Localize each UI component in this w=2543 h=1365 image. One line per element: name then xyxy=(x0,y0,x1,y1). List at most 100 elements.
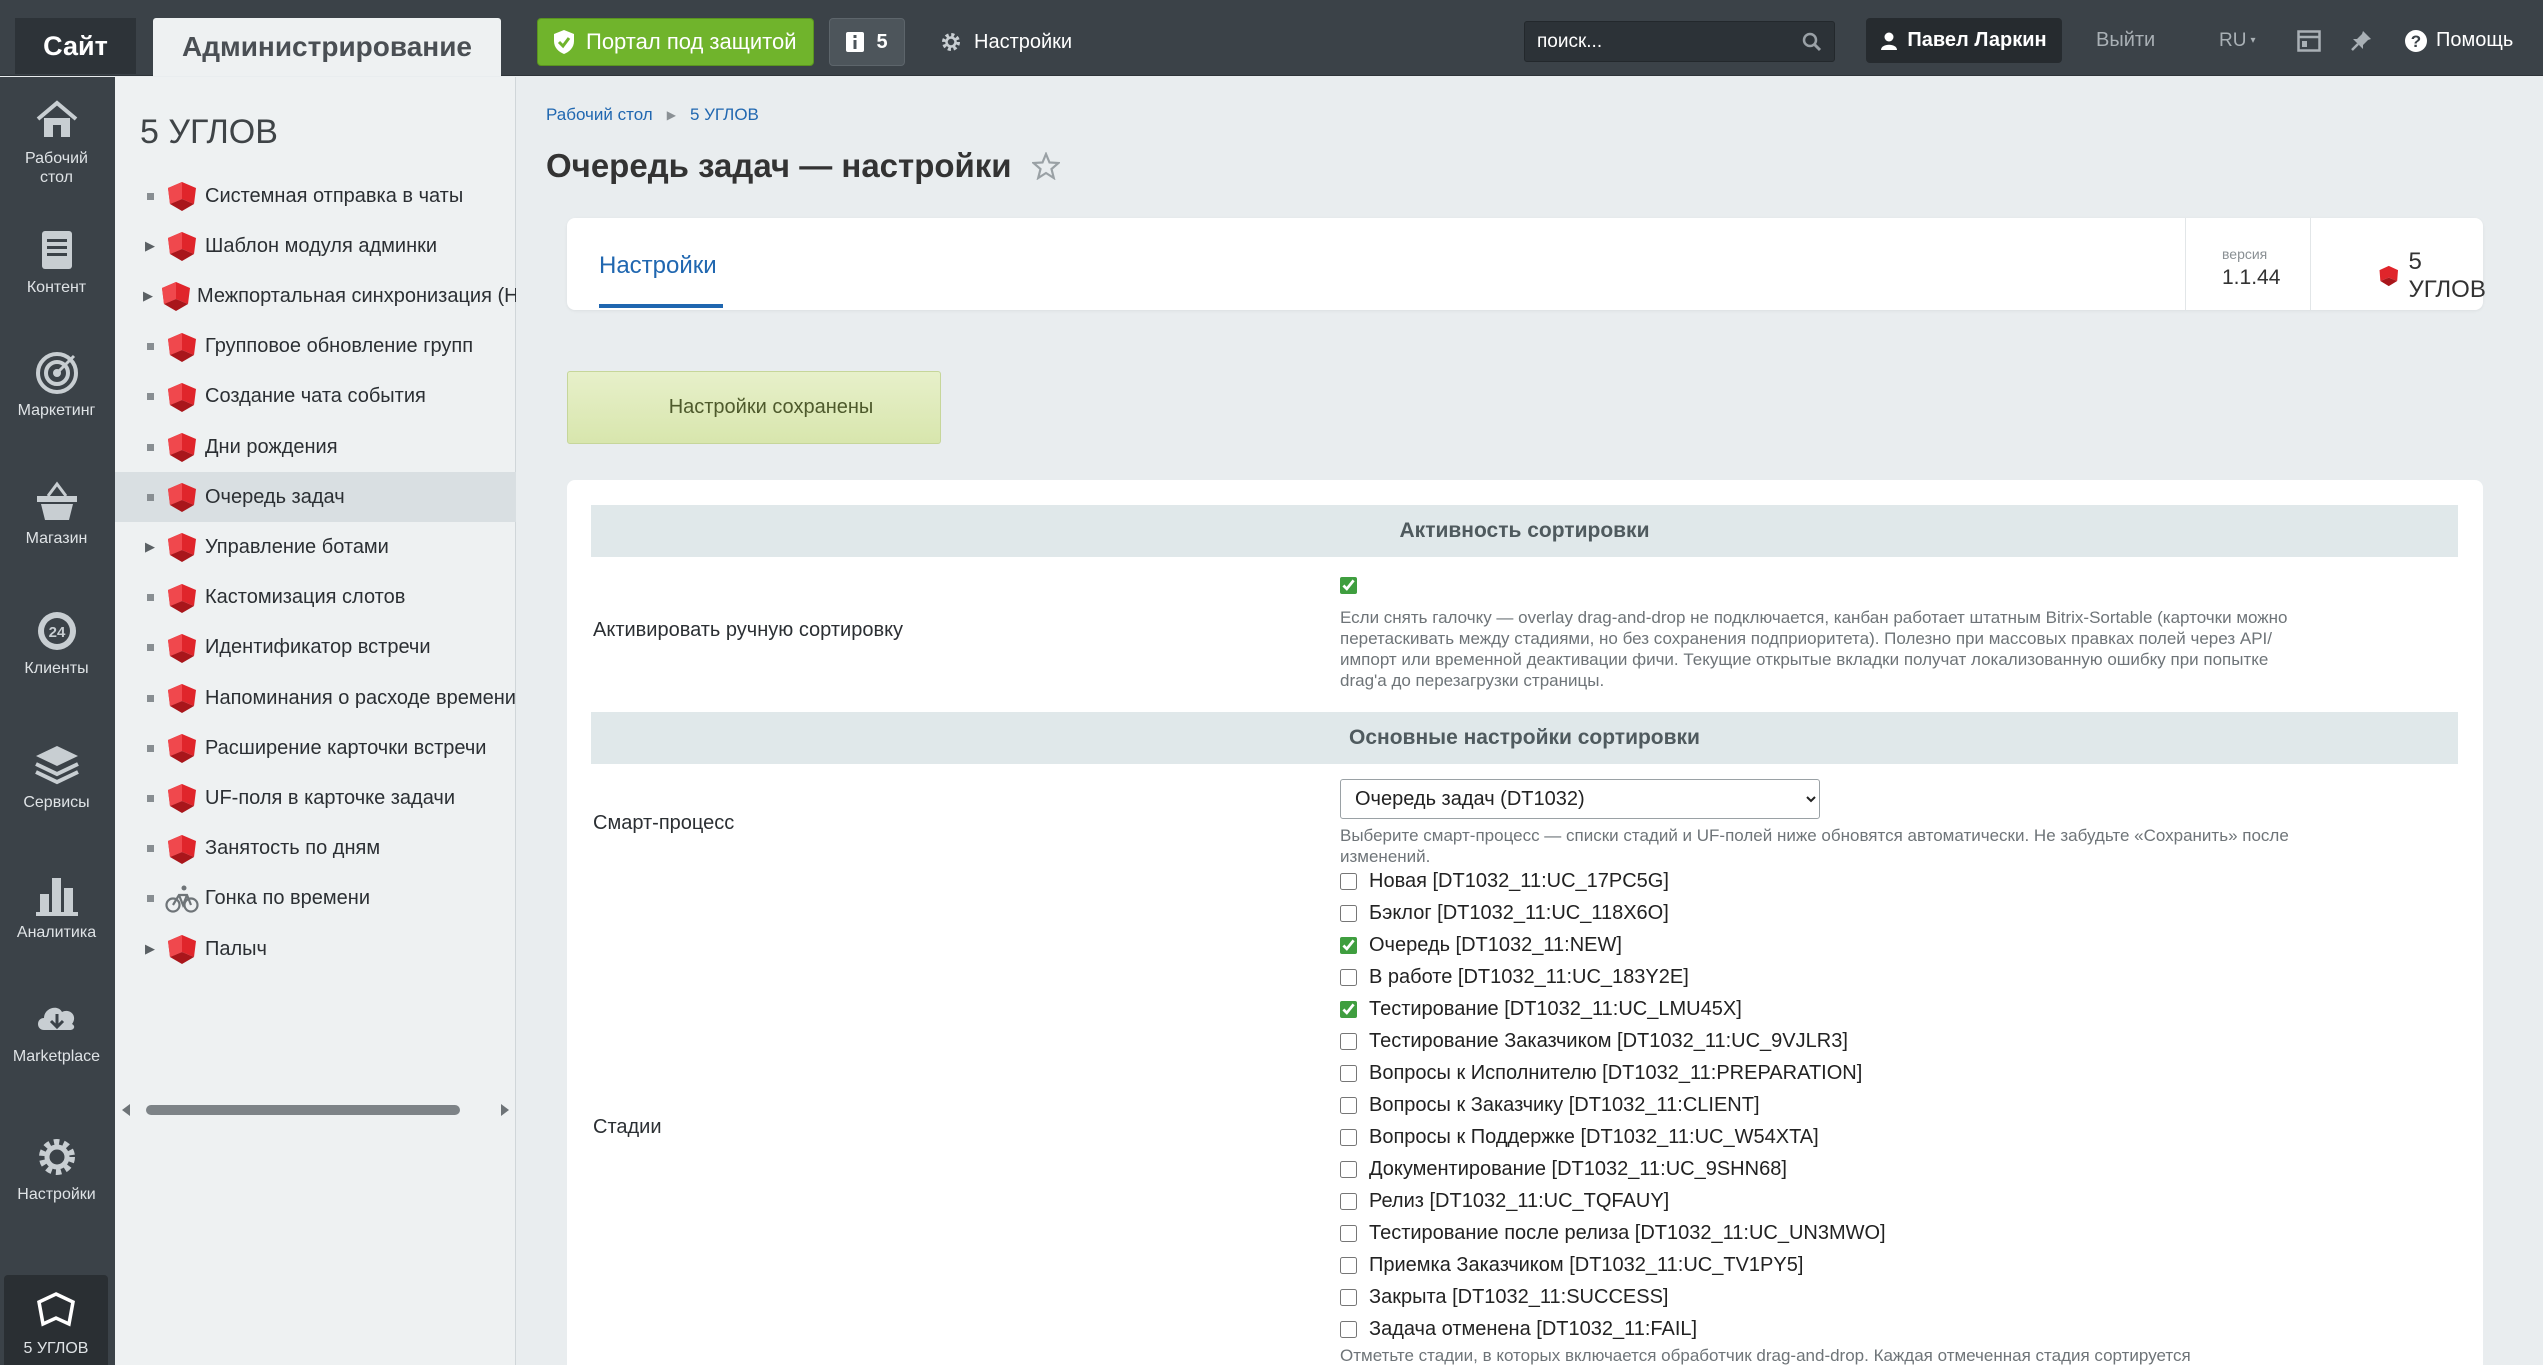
stage-option[interactable]: В работе [DT1032_11:UC_183Y2E] xyxy=(1340,961,2300,993)
nav-shop[interactable]: Магазин xyxy=(0,453,113,573)
nav-marketing-label: Маркетинг xyxy=(17,402,96,419)
menu-item-label: Кастомизация слотов xyxy=(205,586,406,609)
stage-label: Документирование [DT1032_11:UC_9SHN68] xyxy=(1369,1157,1787,1180)
nav-analytics[interactable]: Аналитика xyxy=(0,847,113,967)
site-tab[interactable]: Сайт xyxy=(15,18,136,74)
menu-item[interactable]: Очередь задач xyxy=(115,472,516,523)
breadcrumb-current[interactable]: 5 УГЛОВ xyxy=(690,105,759,125)
stage-checkbox[interactable] xyxy=(1340,1096,1357,1114)
stage-option[interactable]: Вопросы к Исполнителю [DT1032_11:PREPARA… xyxy=(1340,1057,2300,1089)
expand-arrow-icon[interactable]: ▶ xyxy=(143,941,157,957)
stage-option[interactable]: Тестирование Заказчиком [DT1032_11:UC_9V… xyxy=(1340,1025,2300,1057)
breadcrumb-home[interactable]: Рабочий стол xyxy=(546,105,653,125)
notifications-button[interactable]: 5 xyxy=(829,18,905,66)
menu-item[interactable]: ▶ Межпортальная синхронизация (Н xyxy=(115,271,516,321)
chevron-down-icon: ▾ xyxy=(2250,35,2256,46)
nav-marketing[interactable]: Маркетинг xyxy=(0,325,113,445)
horizontal-scrollbar[interactable] xyxy=(118,1098,513,1122)
stage-checkbox[interactable] xyxy=(1340,1128,1357,1146)
stage-checkbox[interactable] xyxy=(1340,1032,1357,1050)
smart-process-select[interactable]: Очередь задач (DT1032) xyxy=(1340,779,1820,819)
crm-24-icon: 24 xyxy=(37,612,76,650)
stage-checkbox[interactable] xyxy=(1340,1288,1357,1306)
stage-checkbox[interactable] xyxy=(1340,1160,1357,1178)
menu-item[interactable]: Гонка по времени xyxy=(115,874,516,924)
stage-label: Приемка Заказчиком [DT1032_11:UC_TV1PY5] xyxy=(1369,1253,1804,1276)
expand-arrow-icon[interactable]: ▶ xyxy=(143,238,157,254)
search-input[interactable] xyxy=(1537,30,1777,53)
star-icon[interactable] xyxy=(1031,152,1060,180)
stage-checkbox[interactable] xyxy=(1340,1064,1357,1082)
menu-item[interactable]: Групповое обновление групп xyxy=(115,322,516,372)
nav-settings-label: Настройки xyxy=(17,1186,96,1203)
stage-option[interactable]: Бэклог [DT1032_11:UC_118X6O] xyxy=(1340,897,2300,929)
nav-five-corners[interactable]: 5 УГЛОВ xyxy=(4,1275,108,1365)
activate-sort-checkbox[interactable] xyxy=(1340,577,1357,594)
menu-item-label: Межпортальная синхронизация (Н xyxy=(197,284,516,307)
panel-icon[interactable] xyxy=(2297,18,2321,63)
menu-item[interactable]: Системная отправка в чаты xyxy=(115,171,516,221)
stage-checkbox[interactable] xyxy=(1340,872,1357,890)
stage-option[interactable]: Вопросы к Заказчику [DT1032_11:CLIENT] xyxy=(1340,1089,2300,1121)
stage-checkbox[interactable] xyxy=(1340,936,1357,954)
menu-item[interactable]: Напоминания о расходе времени xyxy=(115,673,516,723)
user-button[interactable]: Павел Ларкин xyxy=(1866,18,2062,63)
nav-services-label: Сервисы xyxy=(23,794,90,811)
menu-item[interactable]: ▶ Палыч xyxy=(115,924,516,974)
stage-label: Вопросы к Поддержке [DT1032_11:UC_W54XTA… xyxy=(1369,1125,1819,1148)
menu-item[interactable]: Дни рождения xyxy=(115,422,516,472)
stage-option[interactable]: Закрыта [DT1032_11:SUCCESS] xyxy=(1340,1281,2300,1313)
nav-clients[interactable]: 24 Клиенты xyxy=(0,583,113,703)
stage-label: Тестирование [DT1032_11:UC_LMU45X] xyxy=(1369,997,1742,1020)
nav-content[interactable]: Контент xyxy=(0,202,113,322)
tab-settings[interactable]: Настройки xyxy=(599,252,717,280)
stage-checkbox[interactable] xyxy=(1340,1000,1357,1018)
logout-link[interactable]: Выйти xyxy=(2096,18,2155,63)
stage-option[interactable]: Релиз [DT1032_11:UC_TQFAUY] xyxy=(1340,1185,2300,1217)
stage-label: Релиз [DT1032_11:UC_TQFAUY] xyxy=(1369,1189,1670,1212)
five-corners-logo-icon xyxy=(163,330,201,364)
stage-option[interactable]: Тестирование после релиза [DT1032_11:UC_… xyxy=(1340,1217,2300,1249)
user-icon xyxy=(1881,32,1898,50)
menu-item[interactable]: ▶ Шаблон модуля админки xyxy=(115,221,516,271)
portal-protected-button[interactable]: Портал под защитой xyxy=(537,18,814,66)
admin-tab[interactable]: Администрирование xyxy=(153,18,501,76)
settings-link[interactable]: Настройки xyxy=(940,18,1072,66)
menu-item[interactable]: UF-поля в карточке задачи xyxy=(115,773,516,823)
expand-arrow-icon[interactable]: ▶ xyxy=(143,288,153,304)
nav-marketplace[interactable]: Marketplace xyxy=(0,971,113,1091)
menu-item[interactable]: Создание чата события xyxy=(115,372,516,422)
help-label: Помощь xyxy=(2436,29,2514,51)
menu-item[interactable]: Идентификатор встречи xyxy=(115,623,516,673)
stage-checkbox[interactable] xyxy=(1340,904,1357,922)
stage-checkbox[interactable] xyxy=(1340,1256,1357,1274)
menu-item[interactable]: ▶ Управление ботами xyxy=(115,522,516,572)
stage-option[interactable]: Очередь [DT1032_11:NEW] xyxy=(1340,929,2300,961)
stage-option[interactable]: Задача отменена [DT1032_11:FAIL] xyxy=(1340,1313,2300,1345)
stage-option[interactable]: Приемка Заказчиком [DT1032_11:UC_TV1PY5] xyxy=(1340,1249,2300,1281)
menu-item[interactable]: Кастомизация слотов xyxy=(115,573,516,623)
help-button[interactable]: ? Помощь xyxy=(2404,18,2513,63)
stage-option[interactable]: Новая [DT1032_11:UC_17PC5G] xyxy=(1340,865,2300,897)
menu-item[interactable]: Занятость по дням xyxy=(115,824,516,874)
house-icon xyxy=(36,100,77,137)
nav-settings[interactable]: Настройки xyxy=(0,1109,113,1229)
expand-arrow-icon[interactable]: ▶ xyxy=(143,539,157,555)
search-icon[interactable] xyxy=(1802,32,1822,52)
document-icon xyxy=(41,231,72,269)
language-selector[interactable]: RU ▾ xyxy=(2219,18,2255,63)
nav-services[interactable]: Сервисы xyxy=(0,717,113,837)
stage-checkbox[interactable] xyxy=(1340,1192,1357,1210)
stage-option[interactable]: Вопросы к Поддержке [DT1032_11:UC_W54XTA… xyxy=(1340,1121,2300,1153)
stage-label: Задача отменена [DT1032_11:FAIL] xyxy=(1369,1317,1698,1340)
menu-item[interactable]: Расширение карточки встречи xyxy=(115,723,516,773)
stage-option[interactable]: Тестирование [DT1032_11:UC_LMU45X] xyxy=(1340,993,2300,1025)
nav-desktop[interactable]: Рабочий стол xyxy=(0,82,113,202)
stage-label: Тестирование после релиза [DT1032_11:UC_… xyxy=(1369,1221,1886,1244)
stage-checkbox[interactable] xyxy=(1340,968,1357,986)
bar-chart-icon xyxy=(35,878,78,916)
stage-checkbox[interactable] xyxy=(1340,1224,1357,1242)
stage-checkbox[interactable] xyxy=(1340,1320,1357,1338)
pin-icon[interactable] xyxy=(2350,18,2372,63)
stage-option[interactable]: Документирование [DT1032_11:UC_9SHN68] xyxy=(1340,1153,2300,1185)
